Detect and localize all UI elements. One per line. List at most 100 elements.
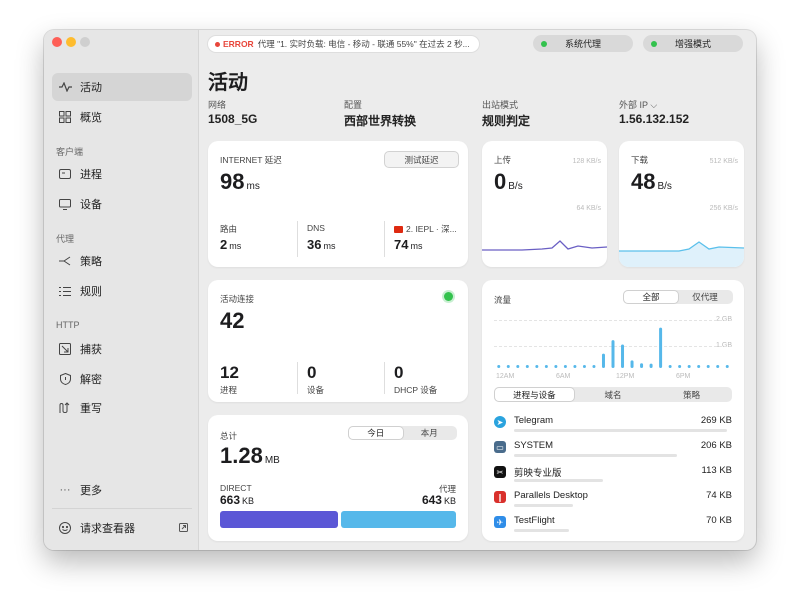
tab-all[interactable]: 全部 <box>624 291 678 303</box>
more-icon: ··· <box>59 484 71 496</box>
status-dot-icon <box>651 40 657 47</box>
zoom-window-button[interactable] <box>80 37 90 47</box>
sidebar-item-process[interactable]: 进程 <box>52 160 192 188</box>
traffic-filter-segmented: 全部 仅代理 <box>623 290 733 304</box>
error-notification[interactable]: ERROR 代理 "1. 实时负载: 电信 - 移动 - 联通 55%" 在过去… <box>208 36 479 52</box>
traffic-bar <box>592 365 596 368</box>
traffic-bar <box>640 363 644 368</box>
list-item[interactable]: ➤ Telegram 269 KB <box>494 414 732 438</box>
traffic-bar <box>525 365 529 368</box>
device-label: 设备 <box>307 385 325 395</box>
capcut-icon: ✂ <box>494 466 506 478</box>
router-latency: 2 ms <box>220 237 242 252</box>
proxy-total-value: 643 KB <box>421 493 456 507</box>
traffic-bar <box>697 365 701 368</box>
upload-sparkline <box>482 240 607 251</box>
sidebar-item-policy[interactable]: 策略 <box>52 247 192 275</box>
traffic-bar <box>716 365 720 368</box>
shield-icon <box>58 372 72 386</box>
tab-process-device[interactable]: 进程与设备 <box>495 388 574 401</box>
connection-status-indicator <box>444 292 453 301</box>
router-label: 路由 <box>220 224 238 234</box>
process-label: 进程 <box>220 385 238 395</box>
sidebar-item-more[interactable]: ··· 更多 <box>52 476 192 504</box>
total-period-segmented: 今日 本月 <box>348 426 457 440</box>
tab-month[interactable]: 本月 <box>403 427 457 439</box>
rewrite-icon <box>58 401 72 415</box>
section-label-proxy: 代理 <box>56 234 75 244</box>
sidebar-item-activity[interactable]: 活动 <box>52 73 192 101</box>
share-icon <box>58 254 72 268</box>
open-external-icon[interactable] <box>179 523 188 535</box>
dns-label: DNS <box>307 223 325 233</box>
sidebar-item-capture[interactable]: 捕获 <box>52 335 192 363</box>
latency-card: INTERNET 延迟 测试延迟 98 ms 路由 2 ms DNS 36 ms 2.… <box>208 141 468 267</box>
sidebar-item-rewrite[interactable]: 重写 <box>52 394 192 422</box>
connections-count: 42 <box>220 308 245 333</box>
system-proxy-label: 系统代理 <box>564 39 601 49</box>
sidebar-item-overview[interactable]: 概览 <box>52 103 192 131</box>
minimize-window-button[interactable] <box>66 37 76 47</box>
list-item[interactable]: ✂ 剪映专业版 113 KB <box>494 464 732 488</box>
grid-icon <box>58 110 72 124</box>
external-ip-label[interactable]: 外部 IP ⌵ <box>619 98 657 111</box>
traffic-bar <box>535 365 539 368</box>
list-item[interactable]: ▭ SYSTEM 206 KB <box>494 439 732 463</box>
sidebar-item-label: 进程 <box>80 169 102 181</box>
process-count: 12 <box>220 363 239 382</box>
enhanced-mode-label: 增强模式 <box>674 39 711 49</box>
close-window-button[interactable] <box>52 37 62 47</box>
test-latency-button[interactable]: 测试延迟 <box>384 151 459 168</box>
download-sparkline <box>619 241 744 267</box>
parallels-icon: ∥ <box>494 491 506 503</box>
sidebar-item-label: 策略 <box>80 256 102 268</box>
profile-value[interactable]: 西部世界转换 <box>344 112 416 129</box>
divider <box>297 221 298 257</box>
traffic-bar <box>601 353 605 368</box>
sidebar-item-decrypt[interactable]: 解密 <box>52 365 192 393</box>
profile-label: 配置 <box>344 100 363 110</box>
dhcp-label: DHCP 设备 <box>394 385 438 395</box>
list-item[interactable]: ∥ Parallels Desktop 74 KB <box>494 489 732 513</box>
error-dot-icon <box>215 41 220 47</box>
traffic-bar <box>506 365 510 368</box>
page-title: 活动 <box>208 72 248 94</box>
sidebar-item-label: 捕获 <box>80 344 102 356</box>
monitor-icon <box>58 197 72 211</box>
download-scale-mid: 256 KB/s <box>709 205 738 212</box>
tab-proxy-only[interactable]: 仅代理 <box>678 291 732 303</box>
app-window: 活动 概览 客户端 进程 设备 代理 策略 规则 HTTP 捕获 解密 重写 ·… <box>44 30 756 550</box>
traffic-bar <box>544 365 548 368</box>
system-proxy-toggle[interactable]: 系统代理 <box>533 35 633 52</box>
sidebar-item-rules[interactable]: 规则 <box>52 277 192 305</box>
download-title: 下载 <box>631 155 649 165</box>
enhanced-mode-toggle[interactable]: 增强模式 <box>643 35 743 52</box>
proxy-latency-label: 2. IEPL · 深... <box>394 223 457 235</box>
sidebar-item-label: 更多 <box>80 485 102 497</box>
traffic-bar <box>611 340 615 368</box>
sidebar-item-devices[interactable]: 设备 <box>52 190 192 218</box>
usage-bar <box>514 504 573 507</box>
sidebar-item-label: 重写 <box>80 403 102 415</box>
network-label: 网络 <box>208 100 227 110</box>
tab-today[interactable]: 今日 <box>349 427 403 439</box>
traffic-bar <box>573 365 577 368</box>
connections-title: 活动连接 <box>220 294 255 304</box>
sidebar-item-request-viewer[interactable]: 请求查看器 <box>52 514 192 542</box>
proxy-latency: 74 ms <box>394 237 423 252</box>
viewer-icon <box>58 521 72 535</box>
x-label: 6AM <box>556 373 571 380</box>
tab-policy[interactable]: 策略 <box>652 388 731 401</box>
device-count: 0 <box>307 363 317 382</box>
sidebar-item-label: 概览 <box>80 112 102 124</box>
outbound-value[interactable]: 规则判定 <box>482 112 530 129</box>
list-item[interactable]: ✈ TestFlight 70 KB <box>494 514 732 538</box>
sidebar-item-label: 请求查看器 <box>80 523 135 535</box>
capture-icon <box>58 342 72 356</box>
upload-scale-top: 128 KB/s <box>572 158 601 165</box>
testflight-icon: ✈ <box>494 516 506 528</box>
upload-title: 上传 <box>494 155 512 165</box>
divider <box>297 362 298 394</box>
tab-domain[interactable]: 域名 <box>574 388 653 401</box>
total-value: 1.28 MB <box>220 443 280 468</box>
